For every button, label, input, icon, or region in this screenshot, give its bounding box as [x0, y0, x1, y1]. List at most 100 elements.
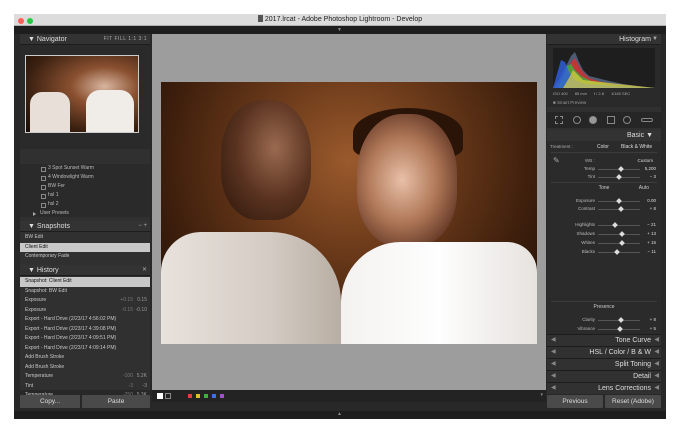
history-step[interactable]: Add Brush Stroke	[20, 363, 150, 373]
temp-value[interactable]: 5,200	[645, 166, 656, 171]
treatment-color-option[interactable]: Color	[597, 144, 609, 150]
filmstrip-toggle[interactable]: ▲	[14, 411, 666, 419]
wb-preset-select[interactable]: Custom	[637, 158, 653, 163]
tint-slider[interactable]: Tint − 3	[547, 173, 661, 181]
tone-curve-toggle-icon[interactable]: ◀	[551, 335, 556, 346]
temp-knob[interactable]	[618, 166, 624, 172]
crop-tool-icon[interactable]	[555, 116, 563, 124]
history-clear-icon[interactable]: ✕	[142, 265, 147, 276]
split-toning-panel[interactable]: ◀ Split Toning ◀	[547, 358, 661, 370]
snapshots-header[interactable]: ▼ Snapshots − +	[20, 221, 150, 232]
hsl-panel[interactable]: ◀ HSL / Color / B & W ◀	[547, 346, 661, 358]
expand-filmstrip-arrow-icon[interactable]: ▲	[337, 411, 342, 417]
history-step[interactable]: Add Brush Stroke	[20, 353, 150, 363]
preset-item[interactable]: hsl 1	[20, 191, 150, 200]
history-step[interactable]: Snapshot: BW Edit	[20, 287, 150, 297]
preset-item[interactable]: 3 Spot Sunset Warm	[20, 164, 150, 173]
basic-header[interactable]: Basic ▼	[547, 130, 661, 141]
whites-knob[interactable]	[619, 240, 626, 246]
flag-reject-icon[interactable]	[165, 393, 171, 399]
contrast-value[interactable]: + 8	[650, 206, 656, 211]
detail-toggle-icon[interactable]: ◀	[551, 371, 556, 382]
paste-button[interactable]: Paste	[82, 395, 150, 408]
vibrance-knob[interactable]	[617, 326, 624, 332]
navigator-zoom-modes[interactable]: FIT FILL 1:1 3:1	[104, 34, 147, 45]
preset-item[interactable]: hsl 2	[20, 200, 150, 209]
clarity-value[interactable]: + 8	[650, 317, 656, 322]
eyedropper-icon[interactable]: ✎	[553, 156, 560, 165]
zoom-window-button[interactable]	[27, 18, 33, 24]
highlights-value[interactable]: − 21	[647, 222, 656, 227]
lens-toggle-icon[interactable]: ◀	[551, 383, 556, 394]
collapse-top-arrow-icon[interactable]: ▼	[337, 27, 342, 33]
snapshot-item[interactable]: BW Edit	[20, 233, 150, 243]
split-toning-expand-icon[interactable]: ◀	[654, 359, 659, 370]
blacks-value[interactable]: − 11	[647, 249, 656, 254]
history-step[interactable]: Tint -3 -3	[20, 382, 150, 392]
temp-slider[interactable]: Temp 5,200	[547, 165, 661, 173]
history-step[interactable]: Export - Hard Drive (2/23/17 4:09:51 PM)	[20, 334, 150, 344]
blacks-slider[interactable]: Blacks − 11	[547, 248, 661, 256]
close-window-button[interactable]	[18, 18, 24, 24]
clarity-slider[interactable]: Clarity + 8	[547, 316, 661, 324]
whites-slider[interactable]: Whites + 15	[547, 239, 661, 247]
vibrance-slider[interactable]: Vibrance + 5	[547, 325, 661, 333]
lens-expand-icon[interactable]: ◀	[654, 383, 659, 394]
tint-value[interactable]: − 3	[650, 174, 656, 179]
histogram-header[interactable]: Histogram ▼	[547, 34, 661, 45]
reset-button[interactable]: Reset (Adobe)	[605, 395, 661, 408]
top-panel-toggle[interactable]: ▼	[14, 26, 666, 34]
tone-curve-expand-icon[interactable]: ◀	[654, 335, 659, 346]
clarity-knob[interactable]	[617, 317, 624, 323]
label-green-icon[interactable]	[204, 394, 208, 398]
copy-button[interactable]: Copy...	[20, 395, 80, 408]
snapshot-item[interactable]: Client Edit	[20, 242, 150, 252]
preset-folder[interactable]: User Presets	[20, 209, 150, 218]
previous-button[interactable]: Previous	[547, 395, 603, 408]
highlights-knob[interactable]	[611, 222, 618, 228]
label-yellow-icon[interactable]	[196, 394, 200, 398]
history-header[interactable]: ▼ History ✕	[20, 265, 150, 276]
snapshots-collapse-icon[interactable]: ▼	[28, 223, 37, 230]
history-step[interactable]: Export - Hard Drive (2/23/17 4:09:14 PM)	[20, 344, 150, 354]
split-toning-toggle-icon[interactable]: ◀	[551, 359, 556, 370]
snapshot-add-remove[interactable]: − +	[138, 221, 147, 232]
whites-value[interactable]: + 15	[647, 240, 656, 245]
history-step[interactable]: Exposure +0.15 0.15	[20, 296, 150, 306]
radial-filter-icon[interactable]	[623, 116, 631, 124]
shadows-slider[interactable]: Shadows + 13	[547, 230, 661, 238]
navigator-collapse-icon[interactable]: ▼	[28, 36, 37, 43]
history-step[interactable]: Export - Hard Drive (2/23/17 4:56:02 PM)	[20, 315, 150, 325]
history-step[interactable]: Temperature -100 5.2K	[20, 372, 150, 382]
history-step[interactable]: Export - Hard Drive (2/23/17 4:39:08 PM)	[20, 325, 150, 335]
red-eye-tool-icon[interactable]	[589, 116, 597, 124]
exposure-value[interactable]: 0.00	[647, 198, 656, 203]
hsl-toggle-icon[interactable]: ◀	[551, 347, 556, 358]
treatment-bw-option[interactable]: Black & White	[621, 144, 652, 150]
preset-item[interactable]: 4 Windowlight Warm	[20, 173, 150, 182]
blacks-knob[interactable]	[614, 249, 620, 255]
basic-collapse-icon[interactable]: ▼	[646, 132, 653, 139]
navigator-header[interactable]: ▼ Navigator FIT FILL 1:1 3:1	[20, 34, 150, 45]
toolbar-menu-icon[interactable]: ▾	[540, 392, 543, 398]
vibrance-value[interactable]: + 5	[650, 326, 656, 331]
highlights-slider[interactable]: Highlights − 21	[547, 221, 661, 229]
graduated-filter-icon[interactable]	[607, 116, 615, 124]
history-step[interactable]: Snapshot: Client Edit	[20, 277, 150, 287]
histogram-collapse-icon[interactable]: ▼	[652, 34, 658, 45]
tone-curve-panel[interactable]: ◀ Tone Curve ◀	[547, 334, 661, 346]
detail-panel[interactable]: ◀ Detail ◀	[547, 370, 661, 382]
highlights-track[interactable]	[598, 225, 640, 226]
preset-item[interactable]: BW Fer	[20, 182, 150, 191]
shadows-knob[interactable]	[619, 231, 625, 237]
auto-tone-button[interactable]: Auto	[639, 185, 649, 191]
hsl-expand-icon[interactable]: ◀	[654, 347, 659, 358]
snapshot-item[interactable]: Contemporary Fade	[20, 252, 150, 262]
adjustment-brush-icon[interactable]	[641, 118, 653, 122]
exposure-knob[interactable]	[616, 198, 622, 204]
label-red-icon[interactable]	[188, 394, 192, 398]
lens-corrections-panel[interactable]: ◀ Lens Corrections ◀	[547, 382, 661, 394]
label-purple-icon[interactable]	[220, 394, 224, 398]
smart-preview-status[interactable]: ■ Smart Preview	[553, 100, 586, 105]
navigator-thumbnail[interactable]	[25, 55, 139, 133]
